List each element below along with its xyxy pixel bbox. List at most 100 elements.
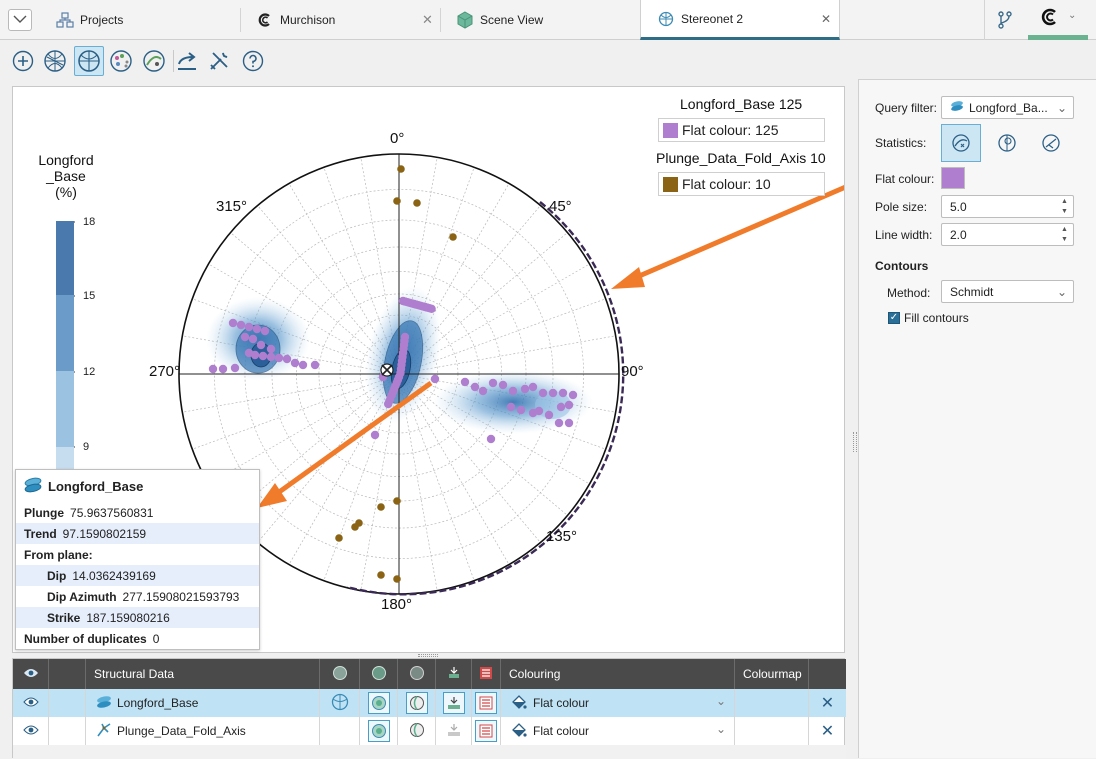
tab-projects[interactable]: Projects bbox=[56, 0, 123, 40]
chevron-down-icon bbox=[13, 13, 27, 27]
poles-toggle[interactable] bbox=[320, 689, 360, 717]
plunge-pole-marker bbox=[449, 233, 457, 241]
murchison-logo-icon bbox=[256, 11, 274, 29]
palette-icon bbox=[110, 50, 132, 72]
longford-pole-marker bbox=[460, 377, 470, 387]
legend-title-longford: Longford_Base 125 bbox=[680, 96, 803, 112]
tab-scene-view[interactable]: Scene View bbox=[456, 0, 543, 40]
longford-pole-marker bbox=[236, 320, 246, 330]
great-circle-icon bbox=[409, 722, 425, 741]
tabs-dropdown-button[interactable] bbox=[8, 9, 32, 31]
method-select[interactable]: Schmidt ⌄ bbox=[941, 280, 1074, 303]
legend-entry-label: Flat colour: 10 bbox=[682, 176, 771, 192]
export-button[interactable] bbox=[172, 46, 202, 76]
export-arrow-icon bbox=[178, 52, 196, 70]
colouring-select[interactable]: Flat colour ⌄ bbox=[501, 689, 735, 717]
pole-info-tooltip: Longford_Base Plunge 75.9637560831 Trend 9… bbox=[15, 469, 260, 650]
longford-pole-marker bbox=[250, 350, 260, 360]
flat-colour-swatch[interactable] bbox=[941, 167, 965, 189]
table-row[interactable]: Plunge_Data_Fold_Axis Flat colour ⌄ ✕ bbox=[13, 717, 846, 745]
legend-title-plunge: Plunge_Data_Fold_Axis 10 bbox=[656, 150, 826, 166]
legend-toggle[interactable] bbox=[472, 717, 501, 745]
table-empty-area bbox=[13, 745, 846, 759]
legend-entry-label: Flat colour: 125 bbox=[682, 122, 779, 138]
statistics-button[interactable] bbox=[139, 46, 169, 76]
plunge-pole-marker bbox=[377, 571, 385, 579]
chevron-down-icon: ⌄ bbox=[1056, 101, 1067, 115]
projects-icon bbox=[56, 11, 74, 29]
legend-entry-plunge[interactable]: Flat colour: 10 bbox=[658, 172, 825, 196]
info-strike-row: Strike 187.159080216 bbox=[16, 607, 259, 628]
planes-toggle[interactable] bbox=[398, 689, 436, 717]
legend-swatch bbox=[663, 176, 678, 192]
tab-stereonet-label: Stereonet 2 bbox=[681, 11, 744, 26]
structural-data-column-header[interactable]: Structural Data bbox=[86, 659, 320, 689]
legend-entry-longford[interactable]: Flat colour: 125 bbox=[658, 118, 825, 142]
legend-column-header[interactable] bbox=[472, 659, 501, 689]
poles-toggle[interactable] bbox=[320, 717, 360, 745]
statistics-bingham-icon bbox=[1042, 134, 1060, 152]
legend-toggle[interactable] bbox=[472, 689, 501, 717]
statistics-mean-button[interactable] bbox=[941, 124, 981, 162]
poles-column-header[interactable] bbox=[320, 659, 360, 689]
settings-tools-button[interactable] bbox=[204, 46, 234, 76]
planes-toggle[interactable] bbox=[398, 717, 436, 745]
help-button[interactable] bbox=[238, 46, 268, 76]
colourmap-column-header[interactable]: Colourmap bbox=[735, 659, 809, 689]
colouring-select[interactable]: Flat colour ⌄ bbox=[501, 717, 735, 745]
statistics-fisher-button[interactable] bbox=[987, 124, 1027, 162]
close-icon[interactable]: ✕ bbox=[821, 12, 831, 26]
statistics-bingham-button[interactable] bbox=[1031, 124, 1071, 162]
longford-pole-marker bbox=[427, 304, 436, 313]
info-value: 75.9637560831 bbox=[70, 505, 154, 520]
globe-grid-button[interactable] bbox=[40, 46, 70, 76]
scale-tick-label: 15 bbox=[83, 290, 96, 302]
planes-column-header[interactable] bbox=[398, 659, 436, 689]
statistics-icon bbox=[446, 722, 462, 741]
visibility-toggle[interactable] bbox=[13, 689, 49, 717]
scene-view-icon bbox=[456, 11, 474, 29]
contours-toggle[interactable] bbox=[360, 689, 398, 717]
table-cell bbox=[49, 717, 86, 745]
info-key: From plane: bbox=[24, 547, 93, 562]
line-width-spinbox[interactable]: 2.0 ▲ ▼ bbox=[941, 223, 1074, 246]
account-menu[interactable]: ⌄ bbox=[1028, 0, 1088, 40]
tab-scene-view-label: Scene View bbox=[480, 13, 544, 27]
structural-data-cell[interactable]: Longford_Base bbox=[86, 689, 320, 717]
visibility-toggle[interactable] bbox=[13, 717, 49, 745]
branch-icon[interactable] bbox=[994, 9, 1016, 34]
pole-size-spinbox[interactable]: 5.0 ▲ ▼ bbox=[941, 195, 1074, 218]
vertical-splitter-handle[interactable] bbox=[853, 432, 857, 452]
info-duplicates-row: Number of duplicates 0 bbox=[16, 628, 259, 649]
stereonet-view-button[interactable] bbox=[74, 46, 104, 76]
colouring-column-header[interactable]: Colouring bbox=[501, 659, 735, 689]
close-icon[interactable]: ✕ bbox=[422, 12, 433, 28]
visibility-column-header[interactable] bbox=[13, 659, 49, 689]
query-filter-select[interactable]: Longford_Ba... ⌄ bbox=[941, 96, 1074, 119]
fill-contours-checkbox[interactable]: ✓ bbox=[888, 312, 900, 324]
great-circle-icon bbox=[409, 665, 425, 684]
spin-arrows-icon[interactable]: ▲ ▼ bbox=[1061, 225, 1071, 244]
table-row[interactable]: Longford_Base Flat colour ⌄ ✕ bbox=[13, 689, 846, 717]
table-cell bbox=[49, 689, 86, 717]
statistics-column-header[interactable] bbox=[436, 659, 472, 689]
contours-column-header[interactable] bbox=[360, 659, 398, 689]
remove-row-button[interactable]: ✕ bbox=[809, 689, 846, 717]
density-colour-scale bbox=[56, 221, 75, 481]
column-header-label: Structural Data bbox=[94, 667, 175, 681]
statistics-toggle[interactable] bbox=[436, 689, 472, 717]
longford-pole-marker bbox=[486, 434, 496, 444]
colour-dots-button[interactable] bbox=[106, 46, 136, 76]
scale-title: Longford _Base (%) bbox=[38, 152, 94, 200]
direction-label-northeast: 45° bbox=[549, 198, 572, 215]
structural-data-cell[interactable]: Plunge_Data_Fold_Axis bbox=[86, 717, 320, 745]
remove-row-button[interactable]: ✕ bbox=[809, 717, 846, 745]
tab-stereonet-2[interactable]: Stereonet 2 ✕ bbox=[640, 0, 840, 40]
horizontal-splitter-handle[interactable] bbox=[418, 654, 438, 657]
contours-toggle[interactable] bbox=[360, 717, 398, 745]
tab-murchison[interactable]: Murchison bbox=[256, 0, 335, 40]
info-trend-row: Trend 97.1590802159 bbox=[16, 523, 259, 544]
statistics-toggle[interactable] bbox=[436, 717, 472, 745]
add-button[interactable] bbox=[8, 46, 38, 76]
spin-arrows-icon[interactable]: ▲ ▼ bbox=[1061, 197, 1071, 216]
